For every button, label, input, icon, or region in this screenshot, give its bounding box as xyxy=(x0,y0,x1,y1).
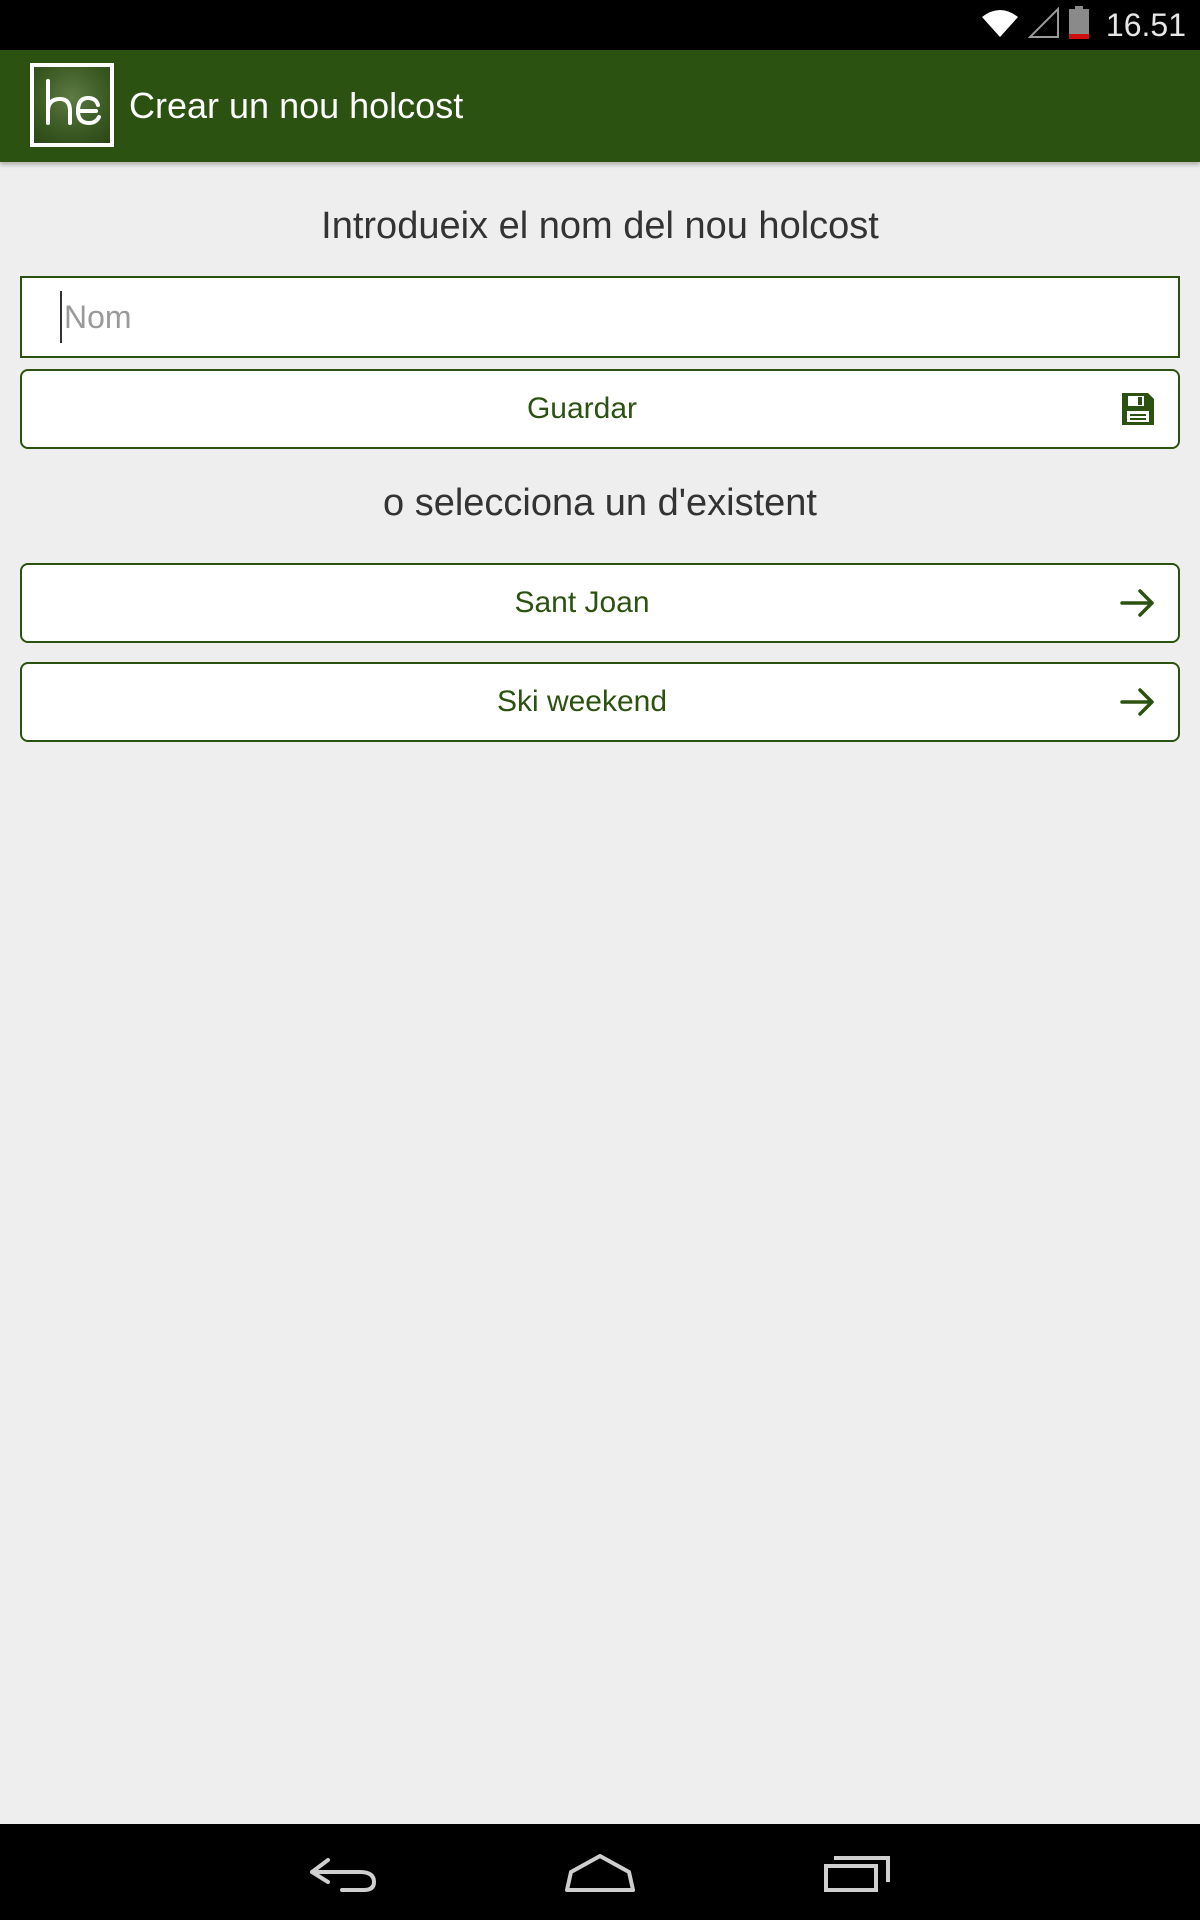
existing-item-ski-weekend[interactable]: Ski weekend xyxy=(20,662,1180,742)
app-bar: Crear un nou holcost xyxy=(0,50,1200,162)
save-button-label: Guardar xyxy=(526,392,638,425)
home-icon[interactable] xyxy=(555,1842,645,1902)
new-holcost-heading: Introdueix el nom del nou holcost xyxy=(321,205,879,247)
existing-item-label: Ski weekend xyxy=(496,685,668,718)
existing-item-sant-joan[interactable]: Sant Joan xyxy=(20,563,1180,643)
existing-holcost-heading: o selecciona un d'existent xyxy=(383,482,817,524)
existing-item-label: Sant Joan xyxy=(514,586,650,619)
navigation-bar xyxy=(0,1824,1200,1920)
battery-icon xyxy=(1068,6,1090,44)
name-input[interactable] xyxy=(60,291,1164,343)
name-input-container[interactable] xyxy=(20,276,1180,358)
save-button[interactable]: Guardar xyxy=(20,369,1180,449)
status-time: 16.51 xyxy=(1105,6,1186,43)
wifi-icon xyxy=(980,7,1020,43)
app-logo-icon[interactable] xyxy=(30,63,114,147)
signal-icon xyxy=(1027,6,1060,43)
status-bar: 16.51 xyxy=(0,0,1200,50)
arrow-right-icon xyxy=(1118,583,1158,623)
app-title: Crear un nou holcost xyxy=(129,85,464,126)
floppy-disk-icon xyxy=(1118,389,1158,429)
back-icon[interactable] xyxy=(298,1842,388,1902)
recents-icon[interactable] xyxy=(812,1842,902,1902)
status-icons: 16.51 xyxy=(980,0,1186,50)
arrow-right-icon xyxy=(1118,682,1158,722)
